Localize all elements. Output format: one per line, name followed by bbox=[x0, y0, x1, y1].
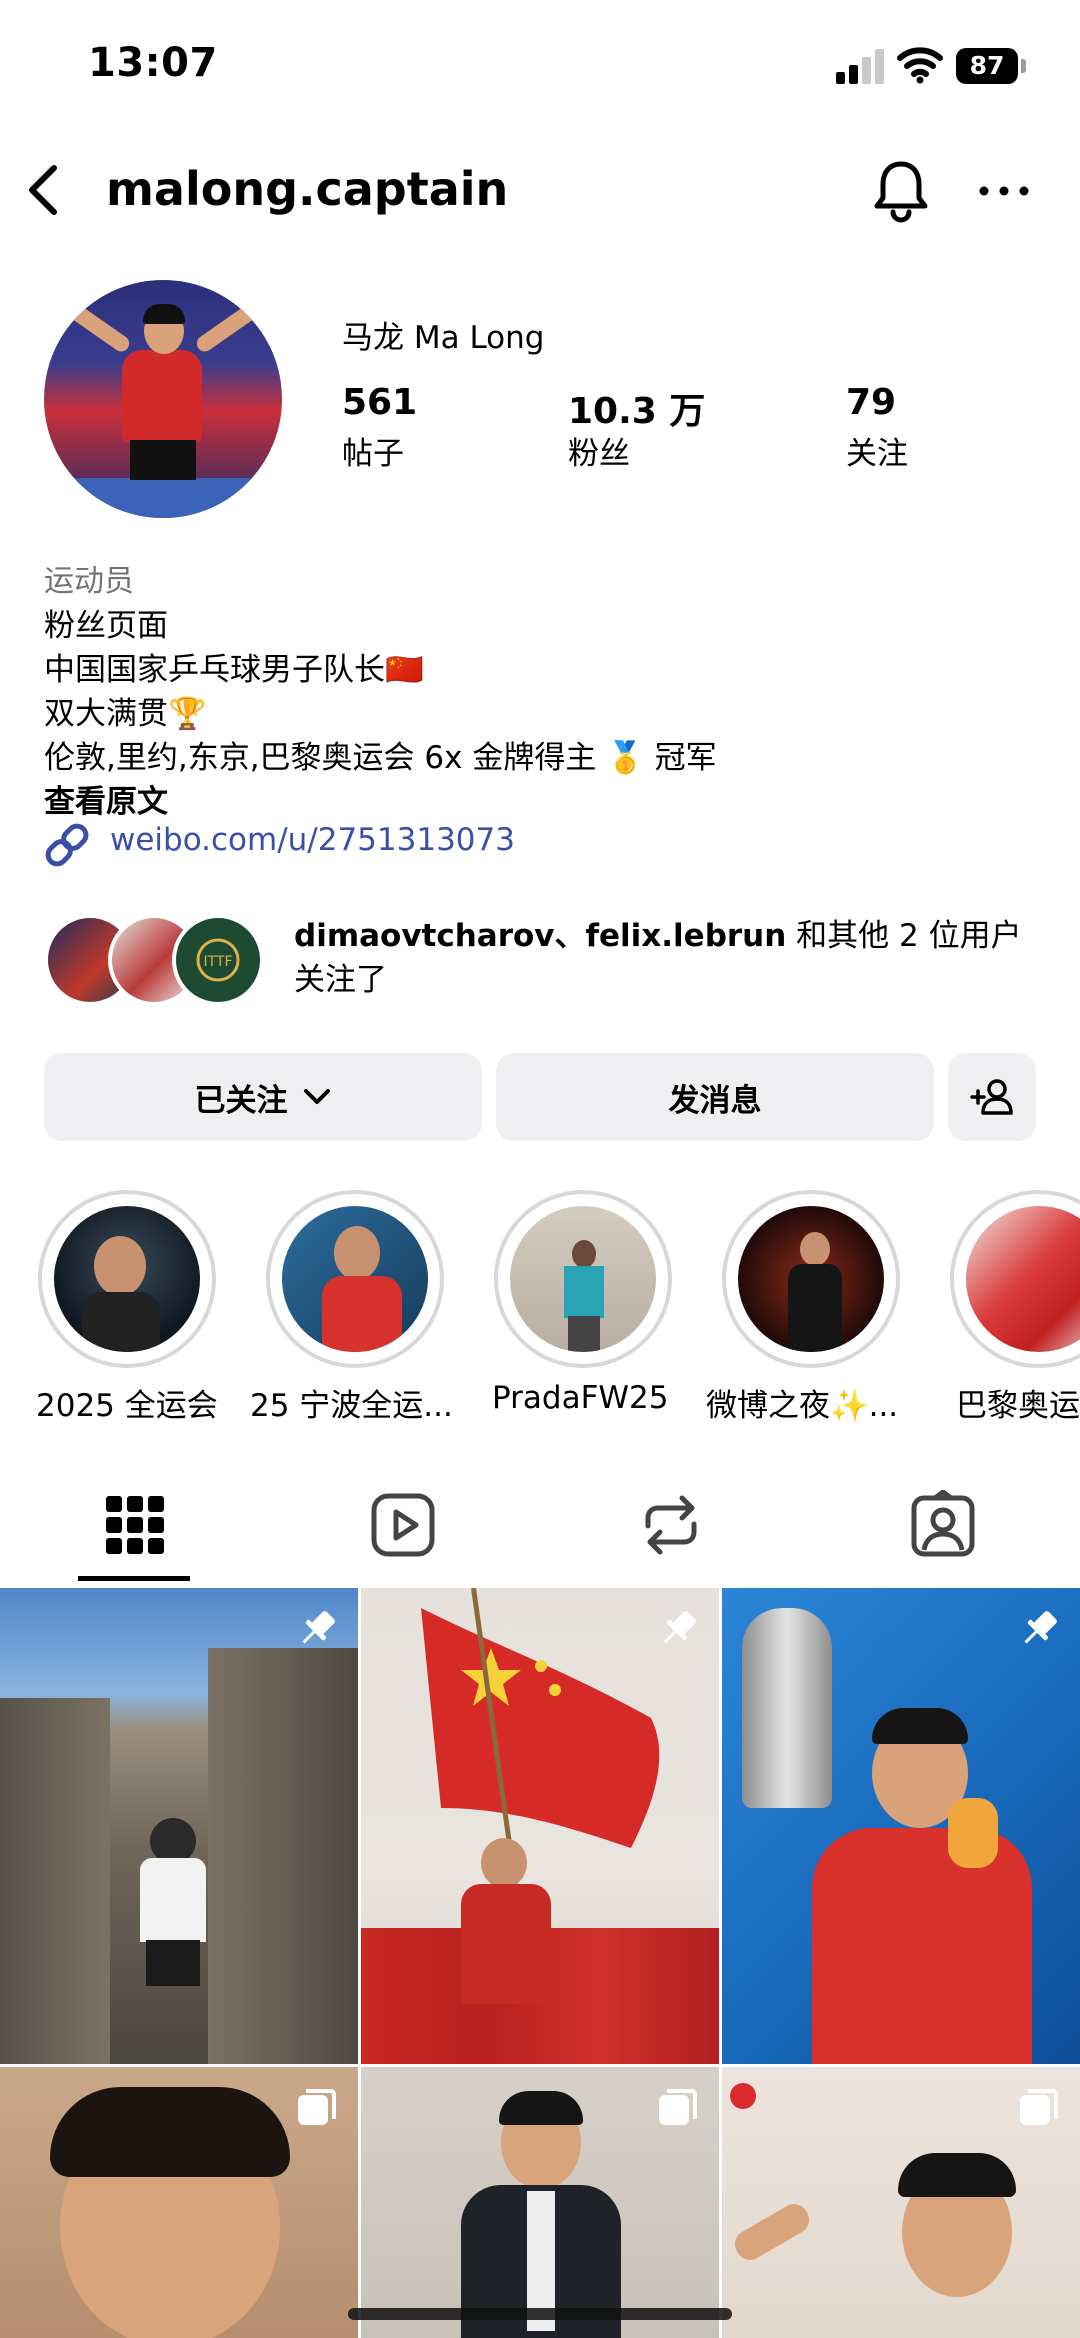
message-button[interactable]: 发消息 bbox=[496, 1053, 934, 1141]
pin-icon bbox=[1024, 1611, 1057, 1644]
status-time: 13:07 bbox=[88, 40, 218, 86]
link-icon bbox=[45, 823, 89, 867]
highlight-label: 2025 全运会 bbox=[36, 1388, 218, 1424]
story-highlight[interactable] bbox=[950, 1190, 1080, 1368]
battery-icon: 87 bbox=[956, 48, 1026, 84]
following-count[interactable]: 79 bbox=[846, 382, 896, 423]
multi-photo-icon bbox=[1020, 2089, 1058, 2125]
highlight-label: 巴黎奥运 bbox=[956, 1388, 1080, 1424]
more-options-icon[interactable] bbox=[976, 176, 1032, 206]
grid-post[interactable] bbox=[361, 2067, 719, 2338]
multi-photo-icon bbox=[298, 2089, 336, 2125]
bio-line: 中国国家乒乓球男子队长🇨🇳 bbox=[44, 652, 424, 688]
story-highlight[interactable] bbox=[266, 1190, 444, 1368]
profile-username: malong.captain bbox=[106, 162, 509, 216]
pin-icon bbox=[302, 1611, 335, 1644]
bio-line: 伦敦,里约,东京,巴黎奥运会 6x 金牌得主 🥇 冠军 bbox=[44, 740, 717, 776]
grid-post[interactable] bbox=[361, 1588, 719, 2064]
suggest-users-button[interactable] bbox=[948, 1053, 1036, 1141]
mutual-followers-avatars[interactable]: ITTF bbox=[44, 914, 274, 1006]
svg-text:ITTF: ITTF bbox=[203, 954, 232, 970]
grid-post[interactable] bbox=[722, 1588, 1080, 2064]
story-highlight[interactable] bbox=[722, 1190, 900, 1368]
bio-line: 双大满贯🏆 bbox=[44, 696, 207, 732]
following-label[interactable]: 关注 bbox=[846, 428, 908, 473]
grid-icon[interactable] bbox=[100, 1490, 170, 1560]
posts-count[interactable]: 561 bbox=[342, 382, 417, 423]
pin-icon bbox=[663, 1611, 696, 1644]
grid-post[interactable] bbox=[722, 2067, 1080, 2338]
avatar: ITTF bbox=[172, 914, 264, 1006]
bell-icon[interactable] bbox=[870, 156, 932, 224]
cellular-signal-icon bbox=[836, 48, 884, 84]
battery-level: 87 bbox=[956, 48, 1018, 84]
story-highlight[interactable] bbox=[494, 1190, 672, 1368]
back-icon[interactable] bbox=[18, 160, 66, 220]
home-indicator[interactable] bbox=[348, 2308, 732, 2320]
followers-count[interactable]: 10.3 万 bbox=[568, 382, 705, 434]
followers-label[interactable]: 粉丝 bbox=[568, 428, 630, 473]
profile-category: 运动员 bbox=[44, 564, 134, 599]
grid-post[interactable] bbox=[0, 1588, 358, 2064]
mutual-names: dimaovtcharov、felix.lebrun bbox=[294, 918, 787, 954]
highlight-label: 25 宁波全运... bbox=[250, 1388, 453, 1424]
following-button[interactable]: 已关注 bbox=[44, 1053, 482, 1141]
posts-label[interactable]: 帖子 bbox=[342, 428, 404, 473]
chevron-down-icon bbox=[303, 1089, 330, 1104]
mutual-followers-text[interactable]: dimaovtcharov、felix.lebrun 和其他 2 位用户关注了 bbox=[294, 914, 1034, 1002]
following-button-label: 已关注 bbox=[194, 1082, 288, 1119]
story-highlight[interactable] bbox=[38, 1190, 216, 1368]
multi-photo-icon bbox=[659, 2089, 697, 2125]
reels-icon[interactable] bbox=[368, 1490, 438, 1560]
wifi-icon bbox=[897, 47, 943, 84]
display-name: 马龙 Ma Long bbox=[342, 320, 545, 356]
bio-line: 粉丝页面 bbox=[44, 608, 168, 644]
tagged-icon[interactable] bbox=[908, 1490, 978, 1560]
profile-link[interactable]: weibo.com/u/2751313073 bbox=[110, 822, 515, 858]
active-tab-indicator bbox=[78, 1576, 190, 1581]
profile-avatar[interactable] bbox=[44, 280, 282, 518]
highlight-label: PradaFW25 bbox=[492, 1380, 669, 1416]
message-button-label: 发消息 bbox=[668, 1082, 762, 1119]
reposts-icon[interactable] bbox=[636, 1490, 706, 1560]
grid-post[interactable] bbox=[0, 2067, 358, 2338]
see-original-link[interactable]: 查看原文 bbox=[44, 776, 168, 821]
highlight-label: 微博之夜✨... bbox=[706, 1388, 899, 1424]
add-person-icon bbox=[970, 1079, 1013, 1115]
